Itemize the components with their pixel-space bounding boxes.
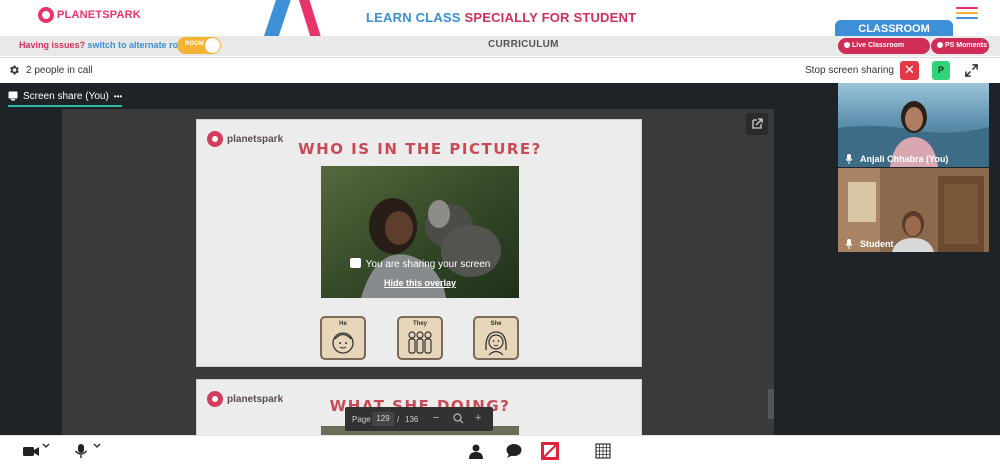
page-number-input[interactable]: 129	[372, 412, 394, 426]
logo-mark-icon	[38, 7, 54, 23]
camera-moments-icon	[937, 42, 943, 48]
boy-face-icon	[332, 332, 354, 354]
video-tile-anjali[interactable]: Anjali Chhabra (You)	[838, 83, 989, 167]
chevron-down-icon[interactable]	[41, 441, 51, 451]
screen-upload-icon	[349, 258, 361, 268]
tab-screen-share[interactable]: Screen share (You) •••	[8, 88, 122, 104]
expand-icon[interactable]	[964, 63, 979, 78]
zoom-out-icon[interactable]: −	[433, 412, 439, 424]
chat-icon[interactable]	[505, 443, 523, 459]
hamburger-menu-icon[interactable]	[956, 7, 978, 21]
video-tile-student[interactable]: Student	[838, 168, 989, 252]
app-header: PLANETSPARK LEARN CLASS SPECIALLY FOR ST…	[0, 0, 1000, 36]
participant-name: Student	[860, 239, 894, 249]
banner-part-1: LEARN CLASS	[366, 10, 465, 25]
slide-title: WHO IS IN THE PICTURE?	[298, 140, 542, 158]
slide-who-is-in-picture: planetspark WHO IS IN THE PICTURE? You a…	[196, 119, 642, 367]
alternate-room-toggle[interactable]: ROOM	[177, 37, 221, 54]
issue-notice: Having issues? switch to alternate room	[19, 40, 192, 50]
toggle-knob	[205, 38, 220, 53]
stop-sharing-button[interactable]: ✕	[900, 61, 919, 80]
slide-photo-girl-with-sheep: You are sharing your screen Hide this ov…	[321, 166, 519, 298]
present-icon	[8, 91, 18, 101]
choice-he[interactable]: He	[320, 316, 366, 360]
planetspark-logo[interactable]: PLANETSPARK	[38, 6, 141, 24]
screen-share-stage: Screen share (You) ••• planetspark WHO I…	[0, 83, 838, 435]
search-zoom-icon[interactable]	[453, 413, 464, 424]
tab-label: Screen share (You)	[23, 90, 109, 102]
decorative-arc-graphic	[263, 0, 321, 36]
active-tab-indicator	[8, 105, 122, 107]
class-banner-title: LEARN CLASS SPECIALLY FOR STUDENT	[366, 10, 636, 25]
choice-they[interactable]: They	[397, 316, 443, 360]
participant-name: Anjali Chhabra (You)	[860, 154, 949, 164]
live-classroom-support-button[interactable]: Live Classroom Support	[838, 38, 930, 65]
girl-face-icon	[485, 331, 507, 356]
choice-label: She	[490, 321, 502, 327]
room-toggle-label: ROOM	[185, 41, 204, 47]
people-in-call-count[interactable]: 2 people in call	[26, 65, 93, 76]
person-icon[interactable]	[467, 443, 485, 459]
page-label: Page	[352, 415, 371, 424]
more-options-icon[interactable]: •••	[114, 92, 122, 101]
classroom-tab[interactable]: CLASSROOM	[835, 20, 953, 36]
choice-label: They	[412, 321, 427, 327]
scroll-handle[interactable]	[768, 389, 774, 419]
avatar[interactable]: P	[932, 61, 950, 80]
switch-room-link[interactable]: switch to alternate room	[88, 40, 192, 50]
page-total: 136	[405, 415, 419, 424]
issue-text: Having issues?	[19, 40, 86, 50]
curriculum-tab[interactable]: CURRICULUM	[488, 39, 559, 50]
shared-screen-content: planetspark WHO IS IN THE PICTURE? You a…	[62, 109, 774, 435]
participant-panel: Anjali Chhabra (You) Student	[838, 83, 1000, 435]
chevron-down-icon[interactable]	[92, 441, 102, 451]
hide-overlay-link[interactable]: Hide this overlay	[321, 278, 519, 288]
popout-icon[interactable]	[746, 113, 768, 135]
ps-moments-button[interactable]: PS Moments	[931, 38, 989, 54]
open-external-icon	[752, 118, 763, 129]
page-navigation-control: Page 129 / 136 − +	[345, 407, 493, 431]
screen-share-off-icon[interactable]	[540, 441, 560, 461]
choice-label: He	[339, 321, 347, 327]
grid-icon[interactable]	[594, 443, 612, 459]
zoom-in-icon[interactable]: +	[475, 412, 481, 424]
room-subbar: Having issues? switch to alternate room …	[0, 36, 1000, 65]
gear-icon[interactable]	[8, 64, 20, 76]
camera-icon[interactable]	[22, 443, 40, 459]
stop-sharing-label: Stop screen sharing	[805, 65, 894, 76]
close-icon: ✕	[904, 62, 915, 77]
logo-text: PLANETSPARK	[57, 9, 141, 21]
sharing-message-text: You are sharing your screen	[365, 259, 491, 270]
choice-she[interactable]: She	[473, 316, 519, 360]
sharing-overlay-message: You are sharing your screen	[321, 258, 519, 270]
ps-moments-label: PS Moments	[945, 42, 988, 49]
call-info-bar: 2 people in call Stop screen sharing ✕ P	[0, 57, 1000, 83]
page-separator: /	[397, 415, 400, 424]
bottom-toolbar	[0, 435, 1000, 465]
group-of-people-icon	[408, 331, 432, 354]
microphone-icon[interactable]	[72, 443, 90, 459]
support-icon	[844, 42, 850, 48]
banner-part-2: SPECIALLY FOR STUDENT	[464, 10, 637, 25]
